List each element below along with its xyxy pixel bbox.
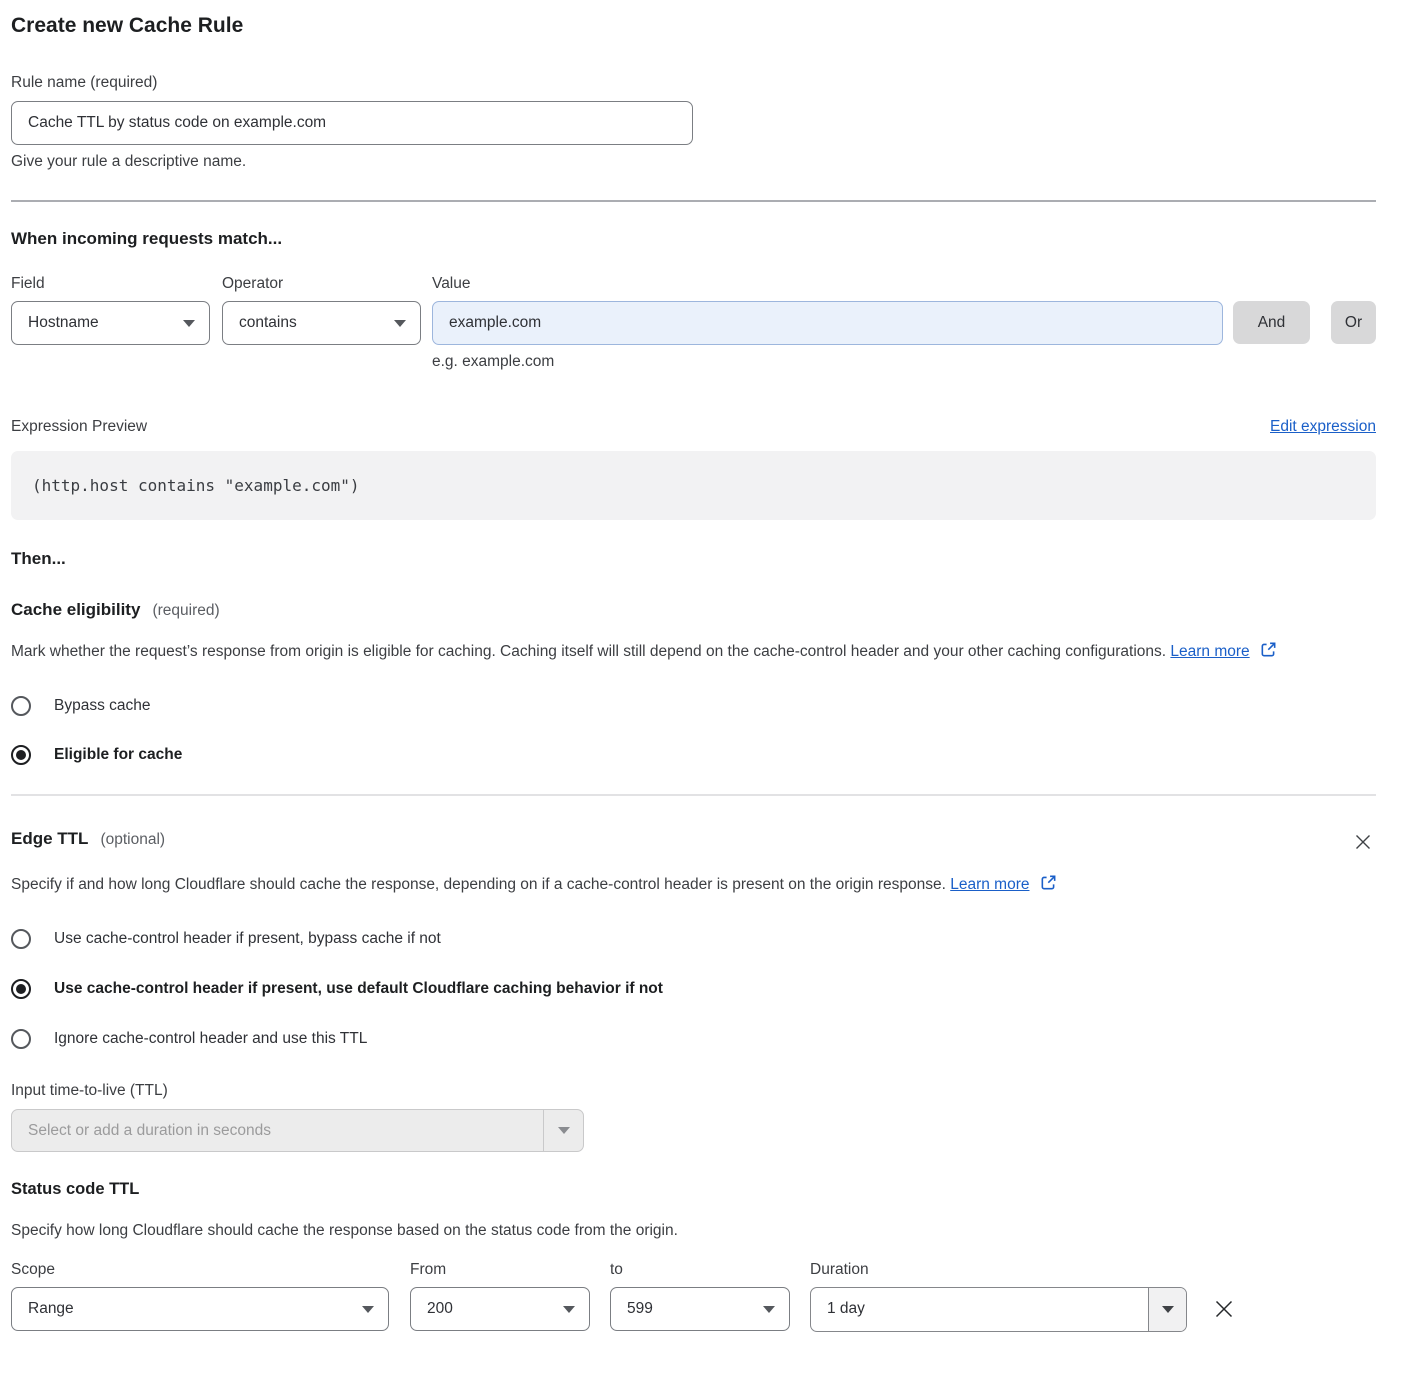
radio-option-ignore-header[interactable]: Ignore cache-control header and use this…	[11, 1029, 1376, 1049]
or-button[interactable]: Or	[1331, 301, 1376, 344]
delete-status-ttl-row-button[interactable]	[1209, 1294, 1239, 1324]
operator-label: Operator	[222, 275, 432, 293]
external-link-icon	[1260, 641, 1277, 658]
field-label: Field	[11, 275, 222, 293]
radio-label: Bypass cache	[54, 697, 151, 715]
expression-preview-label: Expression Preview	[11, 418, 147, 436]
radio-label: Eligible for cache	[54, 746, 182, 764]
create-cache-rule-form: Create new Cache Rule Rule name (require…	[0, 0, 1412, 1358]
cache-eligibility-options: Bypass cache Eligible for cache	[11, 696, 1376, 765]
chevron-down-icon	[1162, 1306, 1174, 1313]
and-button[interactable]: And	[1233, 301, 1310, 344]
to-select[interactable]: 599	[610, 1287, 790, 1331]
ttl-duration-select-disabled: Select or add a duration in seconds	[11, 1109, 584, 1152]
field-select[interactable]: Hostname	[11, 301, 210, 345]
duration-label: Duration	[810, 1261, 869, 1279]
ttl-select-placeholder: Select or add a duration in seconds	[12, 1110, 543, 1151]
chevron-down-icon	[763, 1306, 775, 1313]
status-labels-row: Scope From to Duration	[11, 1261, 1376, 1279]
rule-name-label: Rule name (required)	[11, 74, 1376, 92]
chevron-down-icon	[563, 1306, 575, 1313]
match-controls-row: Hostname contains e.g. example.com And O…	[11, 301, 1376, 371]
cache-eligibility-heading-row: Cache eligibility (required)	[11, 600, 1376, 620]
divider	[11, 794, 1376, 796]
radio-option-bypass-cache[interactable]: Bypass cache	[11, 696, 1376, 716]
radio-button-selected[interactable]	[11, 979, 31, 999]
chevron-down-icon	[183, 320, 195, 327]
value-input[interactable]	[432, 301, 1223, 345]
to-label: to	[610, 1261, 810, 1279]
scope-select-value: Range	[28, 1300, 74, 1318]
learn-more-link[interactable]: Learn more	[1170, 643, 1249, 660]
close-edge-ttl-button[interactable]	[1350, 829, 1376, 855]
duration-select[interactable]: 1 day	[810, 1287, 1187, 1332]
then-heading: Then...	[11, 549, 1376, 569]
edit-expression-link[interactable]: Edit expression	[1270, 418, 1376, 436]
radio-button[interactable]	[11, 1029, 31, 1049]
match-heading: When incoming requests match...	[11, 229, 1376, 249]
close-icon	[1213, 1298, 1235, 1320]
from-label: From	[410, 1261, 610, 1279]
edge-ttl-heading-row: Edge TTL (optional)	[11, 829, 1376, 855]
scope-select[interactable]: Range	[11, 1287, 389, 1331]
edge-learn-more-wrap: Learn more	[950, 876, 1057, 893]
divider	[11, 200, 1376, 202]
edge-ttl-description: Specify if and how long Cloudflare shoul…	[11, 871, 1111, 899]
expression-header: Expression Preview Edit expression	[11, 418, 1376, 436]
cache-eligibility-description-text: Mark whether the request’s response from…	[11, 643, 1166, 660]
radio-button[interactable]	[11, 696, 31, 716]
rule-name-help: Give your rule a descriptive name.	[11, 153, 1376, 171]
status-code-ttl-description: Specify how long Cloudflare should cache…	[11, 1217, 1376, 1245]
chevron-down-icon	[362, 1306, 374, 1313]
expression-code: (http.host contains "example.com")	[32, 476, 360, 495]
field-select-value: Hostname	[28, 314, 99, 332]
ttl-select-arrow	[543, 1110, 583, 1151]
external-link-icon	[1040, 874, 1057, 891]
chevron-down-icon	[394, 320, 406, 327]
radio-button-selected[interactable]	[11, 745, 31, 765]
expression-code-block: (http.host contains "example.com")	[11, 451, 1376, 520]
radio-option-use-header-bypass[interactable]: Use cache-control header if present, byp…	[11, 929, 1376, 949]
edge-ttl-heading-group: Edge TTL (optional)	[11, 829, 165, 849]
duration-select-value: 1 day	[811, 1288, 1148, 1331]
radio-label: Ignore cache-control header and use this…	[54, 1030, 367, 1048]
to-select-value: 599	[627, 1300, 653, 1318]
radio-label: Use cache-control header if present, use…	[54, 980, 663, 998]
edge-ttl-description-text: Specify if and how long Cloudflare shoul…	[11, 876, 946, 893]
cache-eligibility-heading: Cache eligibility	[11, 600, 140, 620]
ttl-input-label: Input time-to-live (TTL)	[11, 1082, 1376, 1100]
value-label: Value	[432, 275, 471, 293]
optional-tag: (optional)	[100, 831, 165, 849]
match-labels-row: Field Operator Value	[11, 275, 1376, 293]
cache-learn-more-wrap: Learn more	[1170, 643, 1277, 660]
duration-select-arrow[interactable]	[1148, 1288, 1186, 1331]
edge-ttl-options: Use cache-control header if present, byp…	[11, 929, 1376, 1049]
chevron-down-icon	[558, 1127, 570, 1134]
from-select[interactable]: 200	[410, 1287, 590, 1331]
edge-ttl-heading: Edge TTL	[11, 829, 88, 849]
page-title: Create new Cache Rule	[11, 14, 1376, 38]
cache-eligibility-description: Mark whether the request’s response from…	[11, 638, 1351, 666]
radio-label: Use cache-control header if present, byp…	[54, 930, 441, 948]
rule-name-group: Rule name (required) Give your rule a de…	[11, 74, 1376, 171]
radio-button[interactable]	[11, 929, 31, 949]
learn-more-link[interactable]: Learn more	[950, 876, 1029, 893]
status-code-ttl-heading: Status code TTL	[11, 1180, 1376, 1199]
required-tag: (required)	[152, 602, 219, 620]
value-help: e.g. example.com	[432, 353, 1223, 371]
scope-label: Scope	[11, 1261, 410, 1279]
from-select-value: 200	[427, 1300, 453, 1318]
value-column: e.g. example.com	[432, 301, 1223, 371]
rule-name-input[interactable]	[11, 101, 693, 145]
operator-select-value: contains	[239, 314, 297, 332]
radio-option-use-header-default[interactable]: Use cache-control header if present, use…	[11, 979, 1376, 999]
operator-select[interactable]: contains	[222, 301, 421, 345]
radio-option-eligible-for-cache[interactable]: Eligible for cache	[11, 745, 1376, 765]
close-icon	[1354, 833, 1372, 851]
status-controls-row: Range 200 599 1 day	[11, 1287, 1376, 1332]
